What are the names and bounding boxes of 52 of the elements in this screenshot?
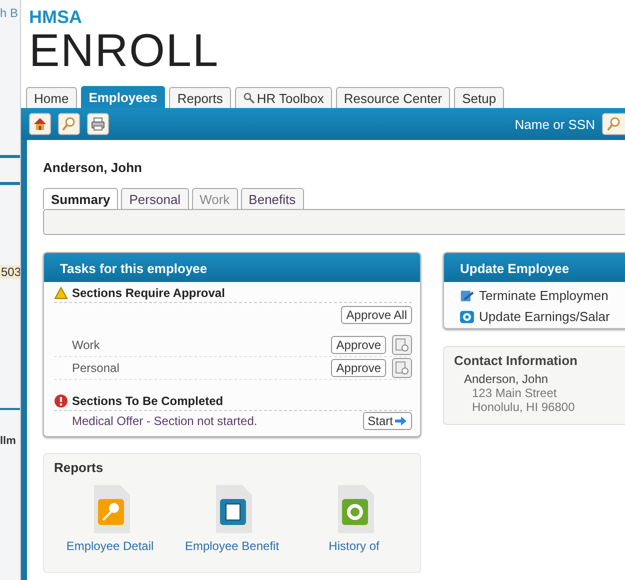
- approve-button[interactable]: Approve: [331, 336, 386, 354]
- document-clock-icon: [395, 361, 409, 375]
- logo-product: ENROLL: [29, 26, 220, 74]
- search-button[interactable]: [58, 113, 80, 135]
- section-heading: Sections Require Approval: [72, 286, 225, 300]
- background-text: llm: [0, 435, 16, 447]
- nav-tab[interactable]: Home: [26, 87, 77, 108]
- logo-brand: HMSA: [29, 8, 82, 26]
- approve-all-button[interactable]: Approve All: [341, 306, 412, 324]
- employee-name: Anderson, John: [43, 160, 143, 175]
- start-button[interactable]: Start: [362, 412, 412, 430]
- report-link[interactable]: Employee Benefit: [184, 539, 280, 553]
- arrow-icon: [395, 416, 407, 426]
- section-tab[interactable]: Summary: [43, 188, 118, 209]
- nav-tab[interactable]: Reports: [169, 87, 231, 108]
- home-button[interactable]: [29, 113, 51, 135]
- print-button[interactable]: [87, 113, 109, 135]
- search-icon: [61, 116, 77, 132]
- panel-title: Update Employee: [444, 253, 625, 282]
- pencil-form-icon: [460, 288, 474, 302]
- update-link[interactable]: Update Earnings/Salar: [479, 309, 610, 324]
- search-icon: [606, 116, 622, 132]
- warning-icon: [54, 286, 68, 300]
- nav-tab[interactable]: HR Toolbox: [234, 87, 332, 108]
- printer-icon: [90, 116, 106, 132]
- search-button[interactable]: [602, 113, 625, 135]
- background-text: h B: [0, 6, 18, 20]
- home-icon: [32, 116, 48, 132]
- nav-tab[interactable]: Resource Center: [336, 87, 450, 108]
- panel-title: Contact Information: [454, 353, 578, 368]
- document-clock-icon: [395, 338, 409, 352]
- panel-title: Reports: [54, 460, 104, 475]
- section-name: Personal: [72, 361, 120, 375]
- approve-button[interactable]: Approve: [331, 359, 386, 377]
- section-tab[interactable]: Personal: [121, 188, 189, 209]
- section-name: Work: [72, 338, 101, 352]
- panel-title: Tasks for this employee: [44, 253, 420, 282]
- search-label: Name or SSN: [514, 116, 595, 132]
- history-button[interactable]: [392, 335, 412, 355]
- nav-tab[interactable]: Employees: [80, 86, 166, 108]
- error-icon: [54, 394, 68, 408]
- nav-tab[interactable]: Setup: [454, 87, 504, 108]
- contact-name: Anderson, John: [463, 372, 550, 386]
- section-heading: Sections To Be Completed: [72, 394, 224, 408]
- section-status: Medical Offer - Section not started.: [72, 414, 258, 428]
- address-line: 123 Main Street: [471, 386, 558, 400]
- address-line: Honolulu, HI 96800: [471, 400, 576, 414]
- report-link[interactable]: Employee Detail: [66, 539, 154, 553]
- report-link[interactable]: History of: [328, 539, 380, 553]
- update-link[interactable]: Terminate Employmen: [479, 288, 608, 303]
- history-button[interactable]: [392, 358, 412, 378]
- section-tab[interactable]: Benefits: [240, 188, 304, 209]
